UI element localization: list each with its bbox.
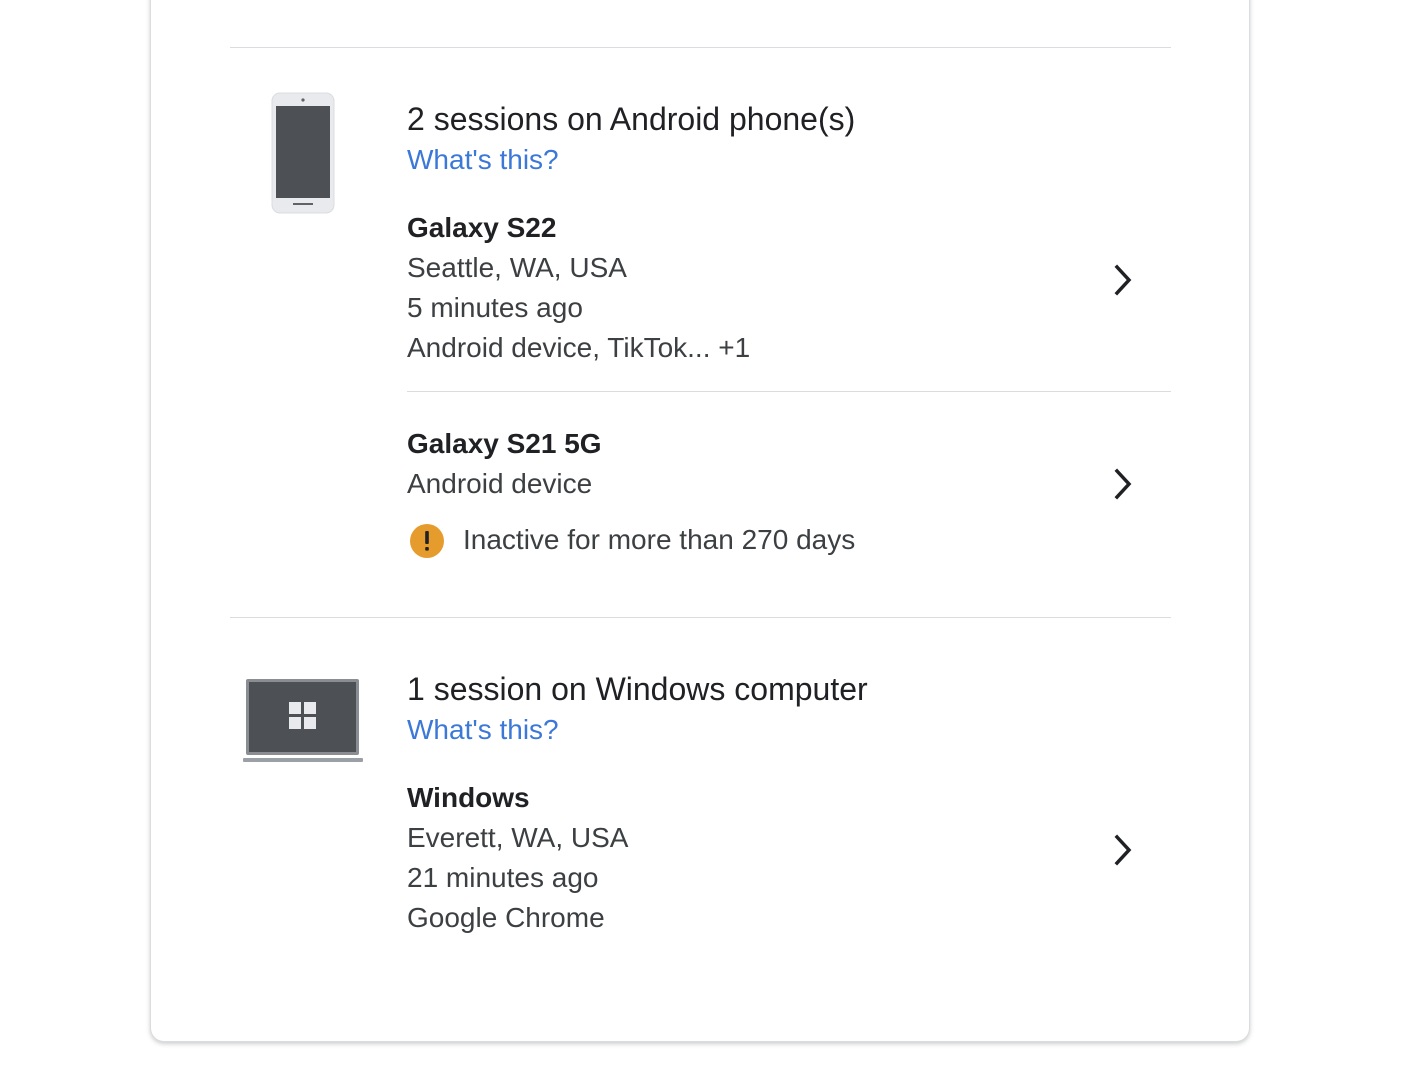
whats-this-link-windows[interactable]: What's this?	[407, 714, 559, 746]
inactive-warning-text: Inactive for more than 270 days	[463, 524, 856, 555]
warning-icon	[409, 523, 445, 564]
group-title-android: 2 sessions on Android phone(s)	[407, 101, 856, 137]
device-last-active: 21 minutes ago	[407, 862, 599, 893]
device-divider	[407, 391, 1171, 392]
device-location: Everett, WA, USA	[407, 822, 629, 853]
top-divider	[230, 47, 1171, 48]
windows-computer-icon	[242, 678, 364, 769]
device-apps: Android device, TikTok... +1	[407, 332, 751, 363]
device-type: Android device	[407, 468, 593, 499]
whats-this-link-android[interactable]: What's this?	[407, 144, 559, 176]
group-title-windows: 1 session on Windows computer	[407, 671, 868, 707]
device-browser: Google Chrome	[407, 902, 605, 933]
device-location: Seattle, WA, USA	[407, 252, 627, 283]
chevron-right-icon[interactable]	[1112, 833, 1136, 867]
device-last-active: 5 minutes ago	[407, 292, 583, 323]
chevron-right-icon[interactable]	[1112, 467, 1136, 501]
group-divider	[230, 617, 1171, 618]
chevron-right-icon[interactable]	[1112, 263, 1136, 297]
android-phone-icon	[270, 92, 336, 219]
device-name: Galaxy S22	[407, 212, 557, 243]
device-name: Windows	[407, 782, 530, 813]
device-name: Galaxy S21 5G	[407, 428, 602, 459]
